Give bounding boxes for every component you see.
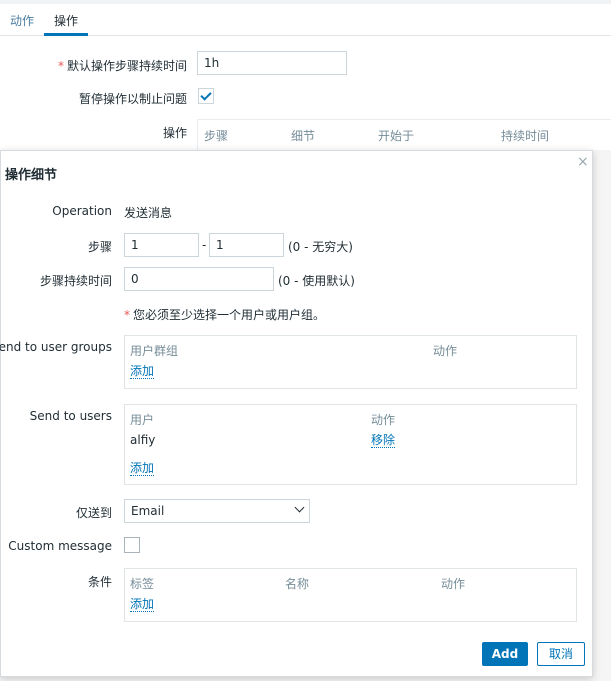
top-strip (0, 0, 611, 4)
conditions-col-action: 动作 (441, 577, 466, 591)
step-from-input[interactable] (124, 233, 199, 257)
users-table: 用户 动作 alfiy 移除 添加 (124, 404, 577, 485)
operation-value: 发送消息 (124, 206, 173, 220)
step-to-input[interactable] (209, 233, 284, 257)
user-groups-col-action: 动作 (433, 344, 458, 358)
required-star: * (124, 308, 130, 322)
checkmark-icon (200, 89, 212, 101)
conditions-col-name: 名称 (285, 577, 310, 591)
user-groups-table: 用户群组 动作 添加 (124, 335, 577, 389)
operation-details-dialog: 操作细节 × Operation 发送消息 步骤 - (0 - 无穷大) 步骤持… (0, 150, 593, 677)
step-duration-hint: (0 - 使用默认) (278, 274, 355, 288)
steps-hint: (0 - 无穷大) (288, 240, 353, 254)
step-duration-input[interactable] (124, 267, 274, 291)
custom-message-label: Custom message (8, 539, 112, 553)
tab-operation[interactable]: 操作 (54, 12, 78, 29)
ops-header-detail: 细节 (291, 129, 316, 143)
add-condition-link[interactable]: 添加 (130, 597, 155, 612)
conditions-col-tag: 标签 (130, 577, 155, 591)
step-separator: - (202, 238, 207, 252)
send-only-to-label: 仅送到 (75, 506, 112, 520)
ops-header-step: 步骤 (204, 129, 229, 143)
step-duration-label: 步骤持续时间 (39, 274, 112, 288)
user-row-name: alfiy (130, 433, 156, 447)
users-col-action: 动作 (371, 413, 396, 427)
add-user-group-link[interactable]: 添加 (130, 364, 155, 379)
default-duration-label: * 默认操作步骤持续时间 (57, 59, 187, 73)
pause-checkbox[interactable] (198, 88, 214, 104)
operations-label: 操作 (162, 126, 187, 140)
users-label: Send to users (29, 409, 112, 423)
pause-label: 暂停操作以制止问题 (78, 92, 187, 106)
default-duration-input[interactable] (197, 51, 347, 75)
chevron-down-icon (294, 502, 305, 513)
send-only-to-value: Email (131, 504, 165, 518)
ops-header-start: 开始于 (378, 129, 415, 143)
send-only-to-select[interactable]: Email (124, 499, 310, 523)
user-groups-col-group: 用户群组 (130, 344, 179, 358)
tab-action[interactable]: 动作 (10, 12, 34, 29)
users-col-user: 用户 (130, 413, 155, 427)
active-tab-indicator (44, 33, 88, 36)
tab-bar: 动作 操作 (0, 0, 611, 36)
close-icon[interactable]: × (577, 154, 589, 170)
required-star: * (57, 59, 64, 73)
steps-label: 步骤 (87, 240, 112, 254)
cancel-button[interactable]: 取消 (537, 642, 585, 666)
ops-header-duration: 持续时间 (501, 129, 550, 143)
operation-label: Operation (52, 204, 112, 218)
conditions-label: 条件 (87, 575, 112, 589)
dialog-title: 操作细节 (5, 168, 58, 183)
remove-user-link[interactable]: 移除 (371, 433, 396, 448)
user-groups-label: Send to user groups (0, 340, 112, 354)
add-user-link[interactable]: 添加 (130, 461, 155, 476)
custom-message-checkbox[interactable] (124, 537, 140, 553)
conditions-table: 标签 名称 动作 添加 (124, 568, 577, 622)
required-note: * 您必须至少选择一个用户或用户组。 (124, 308, 326, 322)
add-button[interactable]: Add (482, 642, 528, 666)
